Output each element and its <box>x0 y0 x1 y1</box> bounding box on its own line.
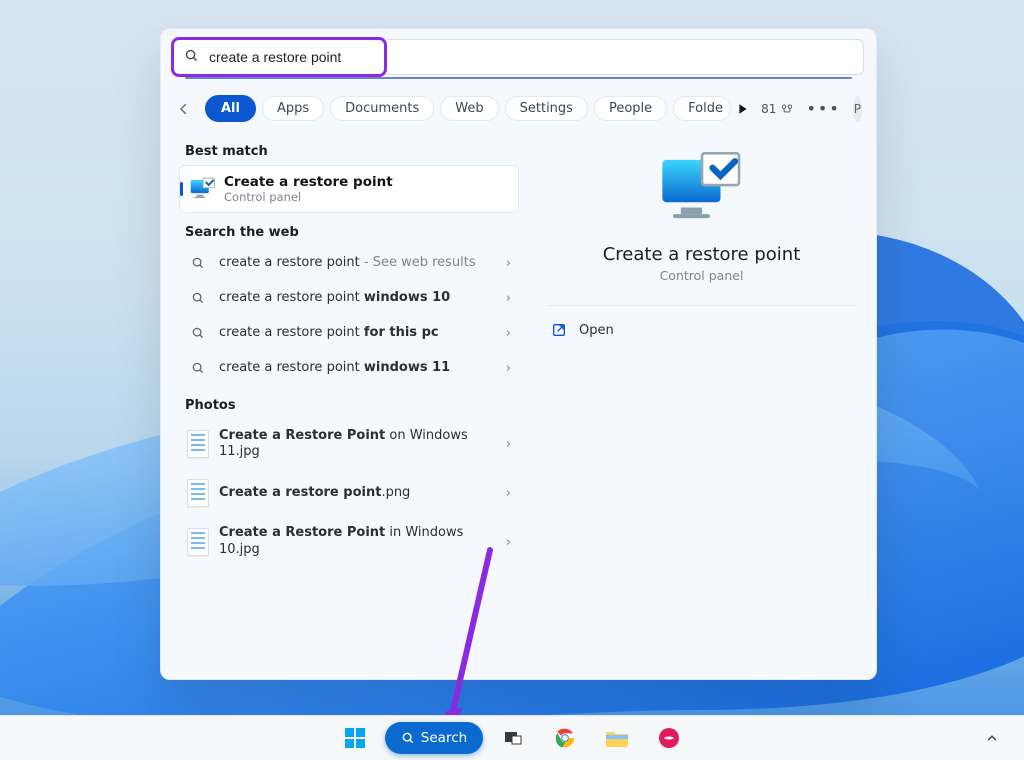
chevron-right-icon: › <box>506 291 511 306</box>
file-explorer-icon[interactable] <box>595 722 639 754</box>
chevron-right-icon: › <box>506 437 511 452</box>
open-external-icon <box>551 322 567 338</box>
restore-point-icon-large <box>659 152 745 226</box>
web-result[interactable]: create a restore point for this pc › <box>179 316 519 351</box>
best-match-title: Create a restore point <box>224 174 393 190</box>
chevron-right-icon: › <box>506 361 511 376</box>
open-label: Open <box>579 323 614 338</box>
chrome-icon[interactable] <box>543 722 587 754</box>
image-thumb-icon <box>187 528 209 556</box>
tab-all[interactable]: All <box>205 95 256 122</box>
best-match-subtitle: Control panel <box>224 190 393 204</box>
photo-result[interactable]: Create a Restore Point in Windows 10.jpg… <box>179 516 519 568</box>
back-arrow-icon[interactable] <box>175 98 193 120</box>
search-panel: All Apps Documents Web Settings People F… <box>160 28 877 680</box>
section-photos: Photos <box>185 398 513 413</box>
web-result[interactable]: create a restore point windows 10 › <box>179 281 519 316</box>
overflow-menu-icon[interactable]: ••• <box>800 99 846 118</box>
web-result[interactable]: create a restore point - See web results… <box>179 246 519 281</box>
image-thumb-icon <box>187 479 209 507</box>
chevron-right-icon: › <box>506 256 511 271</box>
rewards-points[interactable]: 81 <box>761 102 794 116</box>
more-tabs-icon[interactable] <box>737 103 749 115</box>
search-icon <box>187 291 209 305</box>
app-icon[interactable] <box>647 722 691 754</box>
preview-title: Create a restore point <box>543 244 860 265</box>
chevron-right-icon: › <box>506 535 511 550</box>
photo-result[interactable]: Create a Restore Point on Windows 11.jpg… <box>179 419 519 471</box>
tab-settings[interactable]: Settings <box>505 96 588 121</box>
best-match-result[interactable]: Create a restore point Control panel <box>179 165 519 213</box>
search-icon <box>187 256 209 270</box>
show-hidden-icons[interactable] <box>970 722 1014 754</box>
chevron-right-icon: › <box>506 486 511 501</box>
divider <box>547 305 856 306</box>
search-field-extension[interactable] <box>387 39 864 75</box>
search-icon <box>184 48 199 67</box>
section-search-web: Search the web <box>185 225 513 240</box>
photo-result[interactable]: Create a restore point.png › <box>179 470 519 516</box>
restore-point-icon <box>190 177 214 201</box>
tab-apps[interactable]: Apps <box>262 96 324 121</box>
profile-avatar[interactable]: P <box>853 96 862 122</box>
image-thumb-icon <box>187 430 209 458</box>
tab-web[interactable]: Web <box>440 96 498 121</box>
taskbar-search-button[interactable]: Search <box>385 722 483 754</box>
section-best-match: Best match <box>185 144 513 159</box>
search-underline <box>185 77 852 79</box>
search-box[interactable] <box>173 39 385 75</box>
task-view-button[interactable] <box>491 722 535 754</box>
tab-people[interactable]: People <box>594 96 667 121</box>
web-result[interactable]: create a restore point windows 11 › <box>179 351 519 386</box>
taskbar-search-label: Search <box>421 730 467 746</box>
search-input[interactable] <box>207 48 374 66</box>
taskbar: Search <box>0 715 1024 760</box>
search-icon <box>187 361 209 375</box>
tab-folders[interactable]: Folders <box>673 96 731 121</box>
search-icon <box>187 326 209 340</box>
start-button[interactable] <box>333 722 377 754</box>
open-action[interactable]: Open <box>543 312 860 348</box>
preview-subtitle: Control panel <box>543 268 860 283</box>
chevron-right-icon: › <box>506 326 511 341</box>
tab-documents[interactable]: Documents <box>330 96 434 121</box>
